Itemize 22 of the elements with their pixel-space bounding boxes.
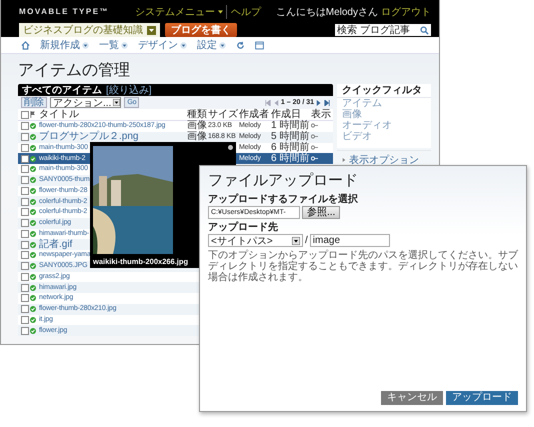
column-header: 表示 [311,110,331,120]
panel-title: すべてのアイテム [22,84,102,96]
field-label: アップロードするファイルを選択 [208,194,359,206]
table-cell: 画像 [187,131,207,142]
column-header: 種類 [187,110,207,120]
column-header: タイトル [39,110,79,120]
table-cell: 6 時間前 [271,142,310,153]
quick-filter-title: クイックフィルタ [337,84,431,98]
help-text: 下のオプションからアップロード先のパスを選択してください。サブディレクトリを指定することもできます。ディレクトリが存在しない場合は作成されます。 [208,250,518,283]
field-label: アップロード先 [208,222,279,234]
column-header: 作成者 [239,110,269,120]
table-cell: 画像 [187,120,207,132]
path-separator: / [305,235,308,246]
dialog-title: ファイルアップロード [208,172,359,190]
greeting-text: こんにちはMelodyさん [276,6,378,18]
table-cell: 1 時間前 [271,120,310,132]
app-logo: MOVABLE TYPE™ [19,7,110,16]
column-header: サイズ [208,110,238,120]
table-cell: 5 時間前 [271,131,310,142]
column-header: 作成日 [271,110,301,120]
page-title: アイテムの管理 [18,61,131,81]
table-cell: 6 時間前 [271,152,310,164]
